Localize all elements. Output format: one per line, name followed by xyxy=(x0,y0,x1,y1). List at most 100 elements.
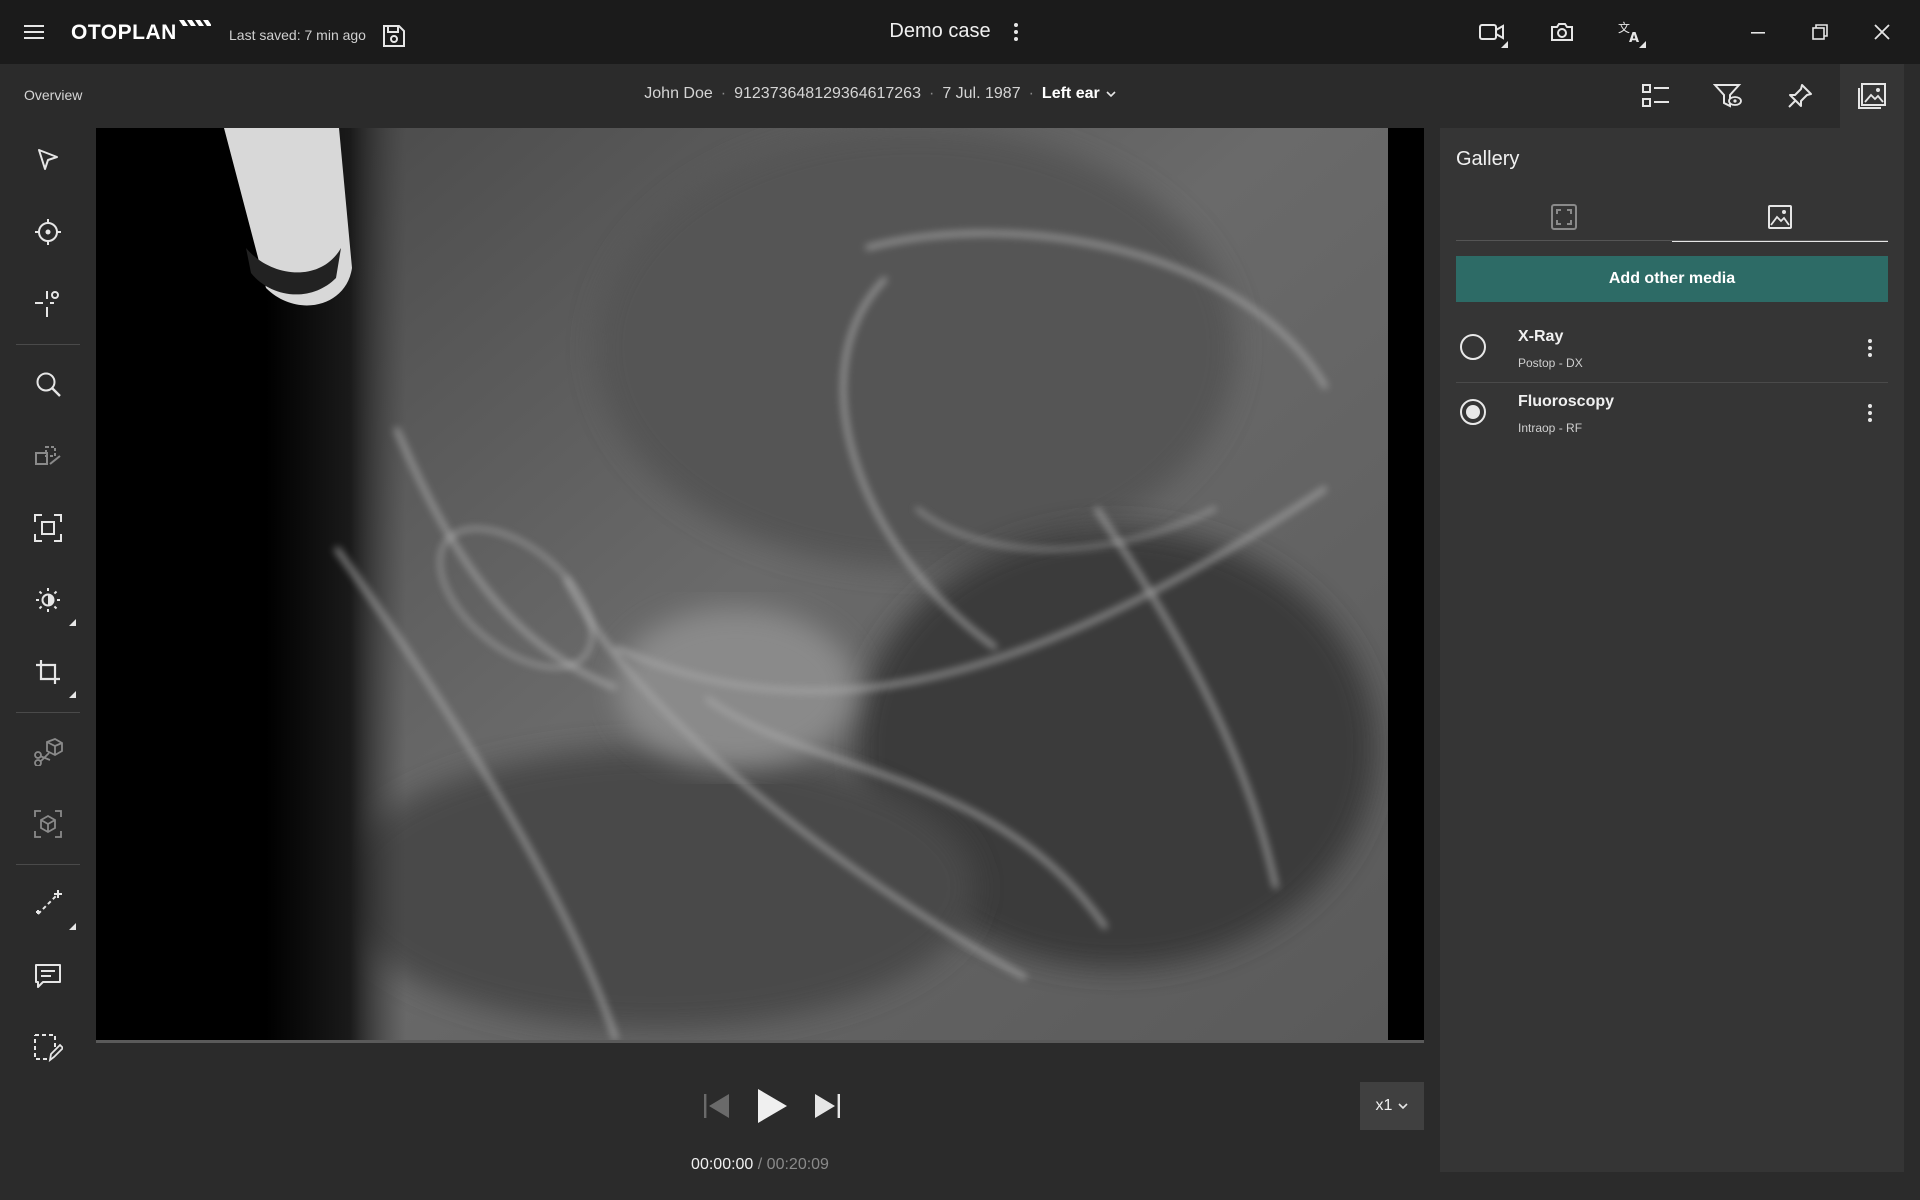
minimize-button[interactable] xyxy=(1738,14,1778,50)
media-subtitle: Intraop - RF xyxy=(1518,421,1583,435)
select-tool[interactable] xyxy=(24,136,72,184)
patient-name: John Doe xyxy=(644,85,713,102)
gallery-title: Gallery xyxy=(1456,148,1520,170)
media-item-fluoroscopy[interactable]: Fluoroscopy Intraop - RF xyxy=(1456,383,1888,447)
video-camera-icon xyxy=(1479,24,1504,40)
image-viewer[interactable] xyxy=(96,128,1424,1040)
region-select-tool[interactable] xyxy=(24,1024,72,1072)
patient-id: 912373648129364617263 xyxy=(734,85,921,102)
skip-back-icon xyxy=(704,1094,729,1118)
ear-selector[interactable]: Left ear xyxy=(1042,85,1116,103)
brand-mark-icon xyxy=(178,20,211,26)
media-title: Fluoroscopy xyxy=(1518,393,1615,410)
crop-tool[interactable] xyxy=(24,648,76,698)
record-video-button[interactable] xyxy=(1474,14,1510,50)
kebab-icon xyxy=(1014,20,1018,44)
separator-dot: · xyxy=(1028,85,1034,102)
play-button[interactable] xyxy=(746,1080,798,1132)
tool-sidebar xyxy=(0,128,96,1200)
playback-progress-bar[interactable] xyxy=(96,1040,1424,1043)
point-marker-tool[interactable] xyxy=(24,280,72,328)
previous-frame-button[interactable] xyxy=(694,1084,738,1128)
toolbar-divider xyxy=(16,712,80,713)
frame-focus-icon xyxy=(34,514,62,542)
separator-dot: · xyxy=(720,85,727,102)
comment-icon xyxy=(35,964,61,988)
media-menu-button[interactable] xyxy=(1860,401,1880,427)
pin-button[interactable] xyxy=(1776,72,1824,120)
dashed-selection-icon xyxy=(34,1034,63,1063)
restore-button[interactable] xyxy=(1800,14,1840,50)
add-media-button[interactable]: Add other media xyxy=(1456,256,1888,302)
kebab-icon xyxy=(1860,339,1880,357)
overview-link[interactable]: Overview xyxy=(24,87,82,103)
pin-icon xyxy=(1788,84,1812,108)
split-crosshair-icon xyxy=(35,291,59,317)
eye-filter-icon xyxy=(1713,84,1742,108)
visibility-filter-button[interactable] xyxy=(1704,72,1752,120)
brightness-tool[interactable] xyxy=(24,576,76,626)
magnifier-icon xyxy=(36,372,61,397)
tab-divider xyxy=(1456,240,1888,241)
dropdown-corner-icon xyxy=(1501,41,1508,48)
gallery-toggle-button[interactable] xyxy=(1840,64,1904,128)
media-radio[interactable] xyxy=(1460,399,1486,425)
speed-value: x1 xyxy=(1375,1097,1393,1114)
brightness-icon xyxy=(36,588,60,612)
scan-frame-icon xyxy=(1551,204,1577,230)
layout-button[interactable] xyxy=(1632,72,1680,120)
camera-icon xyxy=(1551,23,1573,41)
patient-dob: 7 Jul. 1987 xyxy=(942,85,1021,102)
brand-name: OTOPLAN xyxy=(71,21,177,44)
zoom-tool[interactable] xyxy=(24,360,72,408)
time-separator: / xyxy=(753,1156,767,1173)
dropdown-corner-icon xyxy=(69,619,76,626)
tab-media[interactable] xyxy=(1672,194,1888,242)
menu-button[interactable] xyxy=(16,14,52,50)
next-frame-button[interactable] xyxy=(806,1084,850,1128)
chevron-down-icon xyxy=(1398,1103,1409,1110)
dropdown-corner-icon xyxy=(69,691,76,698)
gallery-icon xyxy=(1858,83,1886,109)
cursor-arrow-icon xyxy=(38,149,58,170)
gallery-panel: Gallery Add other media X-Ray Postop - D… xyxy=(1440,128,1904,1172)
dropdown-corner-icon xyxy=(1639,41,1646,48)
floppy-icon xyxy=(383,25,405,47)
playback-time: 00:00:00 / 00:20:09 xyxy=(620,1156,900,1174)
current-time: 00:00:00 xyxy=(691,1156,754,1173)
total-time: 00:20:09 xyxy=(766,1156,829,1173)
svg-text:A: A xyxy=(1629,31,1639,44)
media-menu-button[interactable] xyxy=(1860,336,1880,362)
hamburger-icon xyxy=(24,25,44,39)
toolbar-divider xyxy=(16,864,80,865)
landmark-tool[interactable] xyxy=(24,208,72,256)
restore-icon xyxy=(1812,24,1828,40)
play-icon xyxy=(758,1089,787,1123)
close-icon xyxy=(1874,24,1890,40)
transform-tool[interactable] xyxy=(24,432,72,480)
cut-3d-tool[interactable] xyxy=(24,728,72,776)
measure-tool[interactable] xyxy=(24,880,76,930)
brand-logo: OTOPLAN xyxy=(71,20,211,46)
model-3d-tool[interactable] xyxy=(24,800,72,848)
fit-to-screen-tool[interactable] xyxy=(24,504,72,552)
language-button[interactable]: 文 A xyxy=(1612,14,1648,50)
tab-segmentations[interactable] xyxy=(1456,194,1672,240)
annotation-tool[interactable] xyxy=(24,952,72,1000)
layout-list-icon xyxy=(1642,84,1669,107)
chevron-down-icon xyxy=(1106,91,1116,98)
screenshot-button[interactable] xyxy=(1544,14,1580,50)
save-button[interactable] xyxy=(378,20,410,52)
speed-select[interactable]: x1 xyxy=(1360,1082,1424,1130)
toolbar-divider xyxy=(16,344,80,345)
fluoroscopy-image xyxy=(96,128,1424,1040)
media-radio[interactable] xyxy=(1460,334,1486,360)
ear-selector-label: Left ear xyxy=(1041,85,1100,102)
media-subtitle: Postop - DX xyxy=(1518,356,1583,370)
scissors-cube-icon xyxy=(34,738,63,766)
separator-dot: · xyxy=(928,85,935,102)
close-button[interactable] xyxy=(1862,14,1902,50)
media-item-xray[interactable]: X-Ray Postop - DX xyxy=(1456,318,1888,383)
case-menu-button[interactable] xyxy=(1004,16,1028,48)
patient-bar: Overview John Doe · 91237364812936461726… xyxy=(0,64,1920,128)
